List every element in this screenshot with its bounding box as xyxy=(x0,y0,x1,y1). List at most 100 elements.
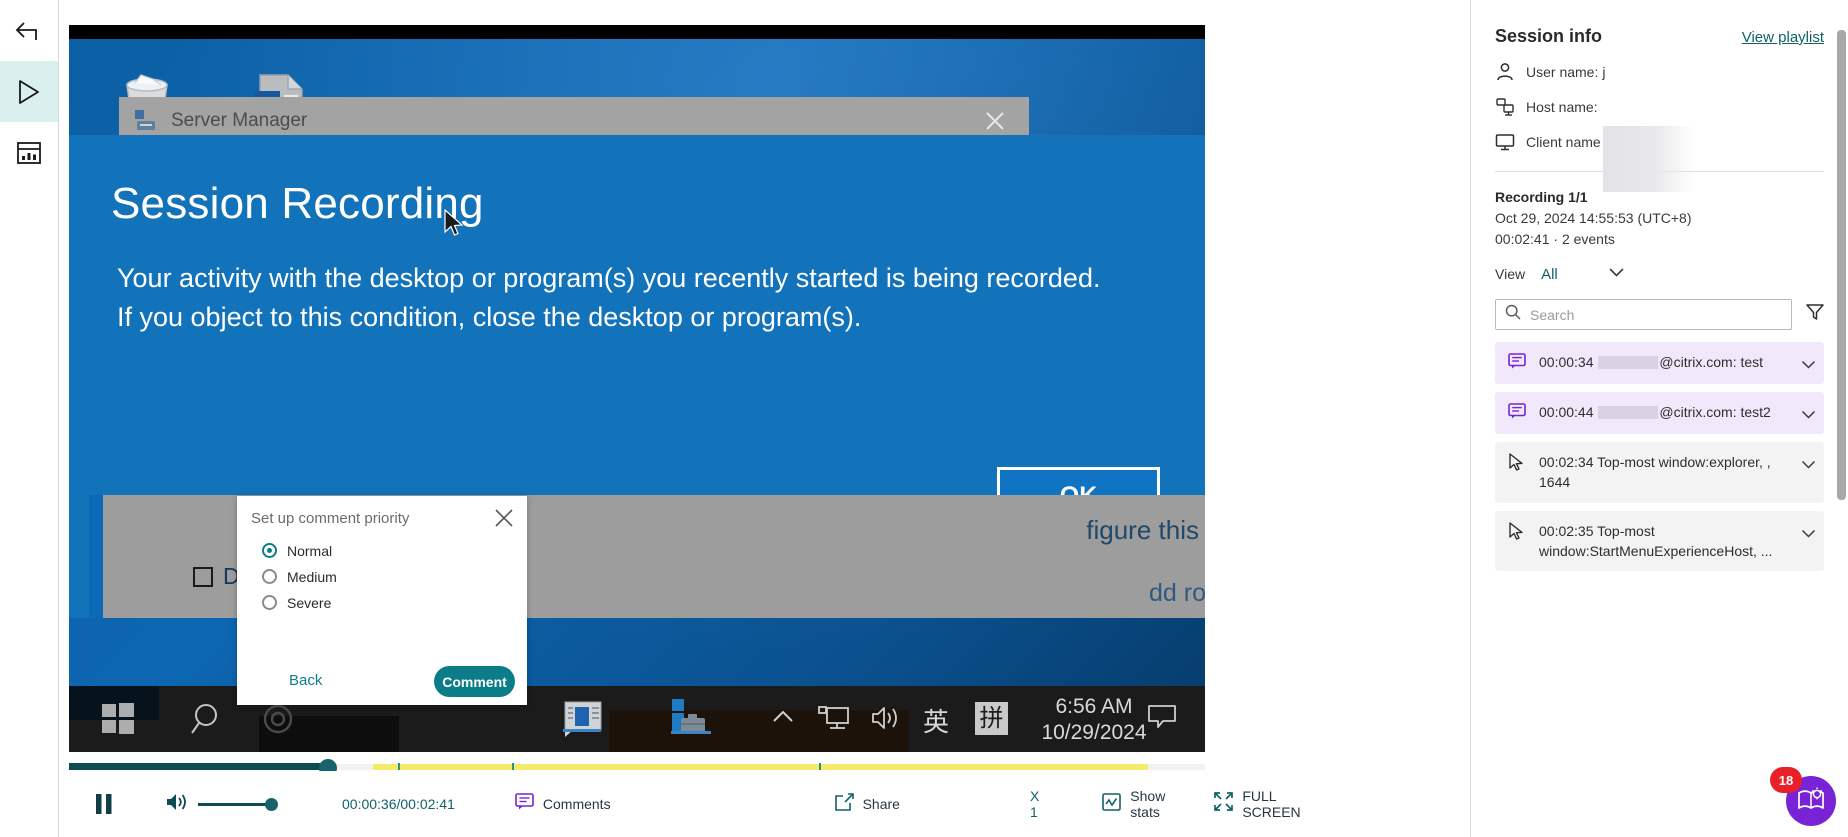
event-time: 00:02:34 xyxy=(1539,454,1594,470)
dashboard-chart-icon xyxy=(16,141,42,165)
priority-option-normal-label: Normal xyxy=(287,542,333,559)
help-unread-badge[interactable]: 18 xyxy=(1770,767,1802,793)
taskbar-search-icon[interactable] xyxy=(189,700,225,738)
panel-scrollbar[interactable] xyxy=(1837,30,1846,500)
priority-option-severe-label: Severe xyxy=(287,594,332,611)
search-box[interactable] xyxy=(1495,299,1792,330)
session-info-panel: Session info View playlist User name: j … xyxy=(1470,0,1848,837)
view-playlist-link[interactable]: View playlist xyxy=(1742,29,1824,46)
search-input[interactable] xyxy=(1530,306,1782,323)
list-item[interactable]: 00:00:34 @citrix.com: test xyxy=(1495,342,1824,384)
timeline-event-marker[interactable] xyxy=(818,763,821,770)
filter-icon[interactable] xyxy=(1806,303,1824,326)
timeline-event-marker[interactable] xyxy=(512,763,515,770)
event-time: 00:00:34 xyxy=(1539,354,1594,370)
list-item-text: 00:00:34 @citrix.com: test xyxy=(1539,352,1793,372)
dialog-title: Set up comment priority xyxy=(251,510,410,527)
taskbar-dark-region-right xyxy=(609,710,909,752)
session-info-user-label: User name: xyxy=(1526,64,1599,80)
priority-option-medium[interactable]: Medium xyxy=(262,566,337,587)
taskbar-volume-icon[interactable] xyxy=(869,704,901,732)
taskbar-cortana-icon[interactable] xyxy=(259,700,297,738)
chevron-down-icon[interactable] xyxy=(1801,356,1816,374)
playback-timeline[interactable] xyxy=(69,759,1205,777)
comments-button[interactable]: Comments xyxy=(515,793,611,815)
divider xyxy=(1495,171,1824,172)
volume-slider-handle[interactable] xyxy=(265,797,278,811)
priority-option-severe[interactable]: Severe xyxy=(262,592,337,613)
rail-item-dashboard[interactable] xyxy=(0,122,58,183)
session-info-row-host: Host name: xyxy=(1495,97,1824,117)
view-selected-value[interactable]: All xyxy=(1541,266,1558,283)
dont-show-checkbox[interactable] xyxy=(193,566,213,587)
left-rail xyxy=(0,0,59,837)
priority-option-normal[interactable]: Normal xyxy=(262,540,337,561)
comment-priority-dialog: Set up comment priority Normal Medium Se… xyxy=(237,496,527,705)
user-icon xyxy=(1495,62,1515,82)
player-controls: 00:00:36/00:02:41 Comments Share X 1 Sho… xyxy=(69,771,1301,837)
taskbar-server-manager-icon[interactable] xyxy=(669,698,713,740)
volume-icon[interactable] xyxy=(165,791,189,818)
list-item[interactable]: 00:02:35 Top-most window:StartMenuExperi… xyxy=(1495,510,1824,572)
redacted-overlay xyxy=(1598,406,1659,419)
rail-item-back[interactable] xyxy=(0,0,58,61)
volume-slider-track[interactable] xyxy=(198,802,270,806)
timeline-activity-region xyxy=(373,764,1149,770)
taskbar-ime-mode-label[interactable]: 拼 xyxy=(975,702,1008,735)
session-info-header: Session info View playlist xyxy=(1495,0,1824,47)
event-search-row xyxy=(1495,299,1824,330)
server-manager-icon xyxy=(133,108,159,134)
taskbar-network-icon[interactable] xyxy=(817,704,851,732)
recording-datetime: Oct 29, 2024 14:55:53 (UTC+8) xyxy=(1495,210,1692,226)
volume-control[interactable] xyxy=(165,791,278,818)
comment-icon xyxy=(1508,353,1526,371)
rail-item-play[interactable] xyxy=(0,61,58,122)
share-icon xyxy=(834,792,854,816)
pause-button[interactable] xyxy=(94,793,114,815)
book-idea-icon xyxy=(1796,785,1826,818)
chevron-down-icon[interactable] xyxy=(1801,456,1816,474)
chevron-down-icon[interactable] xyxy=(1608,265,1625,283)
taskbar-notifications-icon[interactable] xyxy=(1147,704,1177,730)
session-info-user-value: j xyxy=(1602,64,1606,80)
session-info-row-client: Client name xyxy=(1495,126,1824,192)
taskbar-clock[interactable]: 6:56 AM 10/29/2024 xyxy=(1029,694,1159,746)
taskbar-ime-language-label[interactable]: 英 xyxy=(923,702,949,739)
playback-speed-button[interactable]: X 1 xyxy=(1030,788,1039,820)
timeline-played-region xyxy=(69,763,324,770)
session-info-row-user: User name: j xyxy=(1495,62,1824,82)
taskbar-app1-active-underline xyxy=(563,729,601,732)
list-item[interactable]: 00:02:34 Top-most window:explorer, , 164… xyxy=(1495,442,1824,503)
radio-normal-icon[interactable] xyxy=(262,543,277,558)
radio-severe-icon[interactable] xyxy=(262,595,277,610)
timeline-event-marker[interactable] xyxy=(398,763,401,770)
view-filter-row: View All xyxy=(1495,265,1824,283)
event-detail: @citrix.com: test xyxy=(1659,354,1764,370)
chevron-down-icon[interactable] xyxy=(1801,406,1816,424)
comments-label: Comments xyxy=(542,796,611,812)
full-screen-label: FULL SCREEN xyxy=(1242,788,1301,820)
server-manager-close-icon[interactable] xyxy=(983,109,1007,133)
share-button[interactable]: Share xyxy=(834,792,900,816)
taskbar-clock-date: 10/29/2024 xyxy=(1041,721,1147,744)
comment-submit-button[interactable]: Comment xyxy=(434,666,515,697)
time-display: 00:00:36/00:02:41 xyxy=(342,796,455,812)
comment-icon xyxy=(515,793,534,815)
radio-medium-icon[interactable] xyxy=(262,569,277,584)
windows-start-icon[interactable] xyxy=(101,702,135,736)
close-icon[interactable] xyxy=(493,507,515,529)
taskbar-show-hidden-icons-icon[interactable] xyxy=(769,706,797,728)
list-item[interactable]: 00:00:44 @citrix.com: test2 xyxy=(1495,392,1824,434)
chevron-down-icon[interactable] xyxy=(1801,525,1816,543)
recording-summary: Recording 1/1 Oct 29, 2024 14:55:53 (UTC… xyxy=(1495,189,1824,247)
full-screen-button[interactable]: FULL SCREEN xyxy=(1214,788,1301,820)
back-button[interactable]: Back xyxy=(289,672,322,689)
taskbar-app2-active-underline xyxy=(671,731,711,734)
faint-background-text: dd roles an xyxy=(1149,579,1205,607)
play-icon xyxy=(16,78,42,106)
notice-title: Session Recording xyxy=(111,179,484,228)
show-stats-button[interactable]: Show stats xyxy=(1102,788,1165,820)
taskbar-clock-time: 6:56 AM xyxy=(1055,695,1133,718)
host-icon xyxy=(1495,97,1515,117)
taskbar-app-window-icon[interactable] xyxy=(563,700,605,738)
